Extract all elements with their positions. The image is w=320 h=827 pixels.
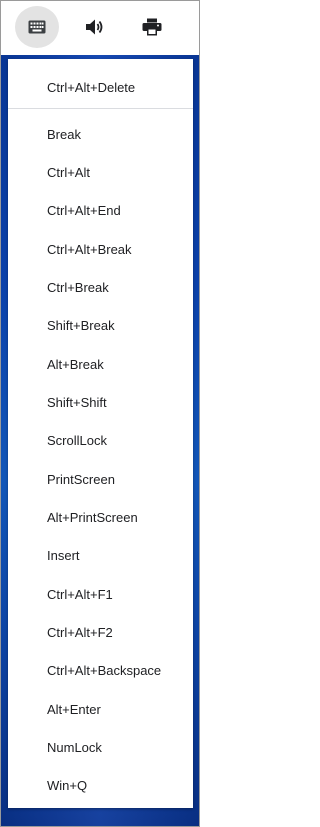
keyboard-button[interactable] [15, 6, 59, 48]
shortcut-menu-window: Ctrl+Alt+Delete Break Ctrl+Alt Ctrl+Alt+… [0, 0, 200, 827]
printer-icon [142, 18, 162, 36]
menu-item[interactable]: Alt+Break [8, 346, 193, 382]
keyboard-icon [28, 20, 46, 34]
menu-item[interactable]: PrintScreen [8, 461, 193, 497]
print-button[interactable] [130, 6, 174, 48]
menu-item[interactable]: Shift+Shift [8, 384, 193, 420]
menu-item[interactable]: Ctrl+Alt [8, 154, 193, 190]
key-combination-menu: Ctrl+Alt+Delete Break Ctrl+Alt Ctrl+Alt+… [8, 59, 193, 808]
menu-item[interactable]: Ctrl+Alt+F2 [8, 614, 193, 650]
menu-item[interactable]: Alt+Enter [8, 691, 193, 727]
menu-item[interactable]: Ctrl+Alt+End [8, 192, 193, 228]
toolbar [1, 1, 199, 55]
menu-item-ctrl-alt-delete[interactable]: Ctrl+Alt+Delete [8, 69, 193, 105]
menu-item[interactable]: Win+Q [8, 767, 193, 803]
menu-item[interactable]: NumLock [8, 729, 193, 765]
menu-item[interactable]: Ctrl+Alt+F1 [8, 576, 193, 612]
volume-button[interactable] [72, 6, 116, 48]
menu-item[interactable]: Shift+Break [8, 307, 193, 343]
menu-item[interactable]: Ctrl+Alt+Backspace [8, 652, 193, 688]
menu-divider [8, 108, 193, 109]
menu-item[interactable]: ScrollLock [8, 422, 193, 458]
menu-item[interactable]: Ctrl+Alt+Break [8, 231, 193, 267]
menu-item[interactable]: Ctrl+Break [8, 269, 193, 305]
menu-item[interactable]: Alt+PrintScreen [8, 499, 193, 535]
menu-item[interactable]: Break [8, 116, 193, 152]
speaker-icon [86, 19, 103, 35]
menu-item[interactable]: Insert [8, 537, 193, 573]
